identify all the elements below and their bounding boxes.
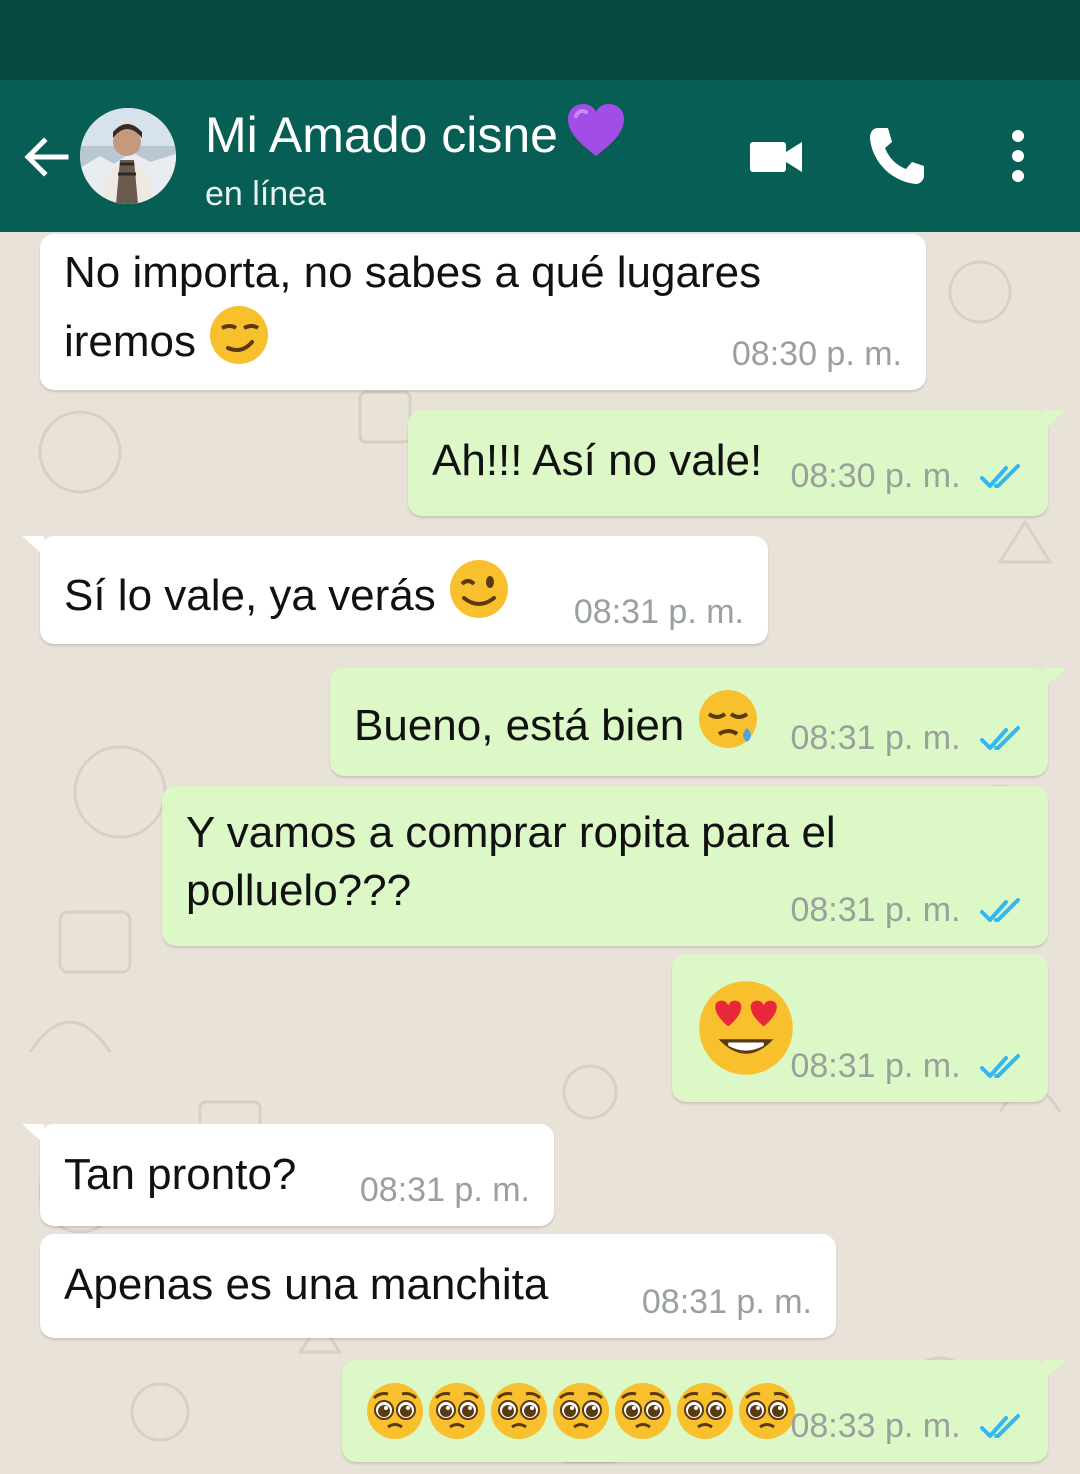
message-outgoing[interactable]: Y vamos a comprar ropita para el polluel… [162,786,1048,946]
message-text-line: No importa, no sabes a qué lugares [64,248,762,297]
presence-status: en línea [205,175,326,213]
message-time: 08:31 p. m. [573,593,744,631]
message-outgoing[interactable]: 08:33 p. m. [342,1360,1066,1462]
message-time: 08:31 p. m. [790,891,961,929]
message-time: 08:31 p. m. [359,1171,530,1209]
double-check-icon [980,460,1024,500]
message-time: 08:31 p. m. [790,1047,961,1085]
message-meta: 08:31 p. m. [790,890,1024,934]
message-text-line: Sí lo vale, ya verás [64,558,510,637]
message-outgoing[interactable]: 08:31 p. m. [672,954,1048,1102]
purple-heart-icon [566,102,626,171]
message-time: 08:31 p. m. [790,719,961,757]
double-check-icon [980,894,1024,934]
video-call-icon[interactable] [748,136,804,178]
message-text: Apenas es una manchita [64,1260,549,1309]
message-outgoing[interactable]: Bueno, está bien 08:31 p. m. [330,668,1066,776]
message-time: 08:30 p. m. [790,457,961,495]
message-outgoing[interactable]: Ah!!! Así no vale! 08:30 p. m. [408,410,1066,516]
double-check-icon [980,1410,1024,1450]
message-incoming[interactable]: Apenas es una manchita 08:31 p. m. [40,1234,836,1338]
message-incoming[interactable]: Tan pronto? 08:31 p. m. [22,1124,554,1226]
message-text-line: iremos [64,304,270,383]
pleading-face-row [364,1380,804,1459]
contact-avatar[interactable] [80,108,176,204]
message-time: 08:33 p. m. [790,1407,961,1445]
message-time: 08:30 p. m. [731,335,902,373]
message-text-line: Y vamos a comprar ropita para el [186,808,836,857]
winking-face-icon [448,558,510,637]
message-text: Sí lo vale, ya verás [64,571,436,620]
message-incoming[interactable]: No importa, no sabes a qué lugares iremo… [40,234,926,390]
double-check-icon [980,722,1024,762]
message-incoming[interactable]: Sí lo vale, ya verás 08:31 p. m. [22,536,768,644]
message-text: Tan pronto? [64,1150,297,1199]
message-meta: 08:30 p. m. [790,456,1024,500]
more-vertical-icon[interactable] [1000,124,1036,188]
status-bar [0,0,1080,80]
message-meta: 08:31 p. m. [790,1046,1024,1090]
heart-eyes-face-icon [696,978,796,1095]
phone-icon[interactable] [866,124,926,188]
message-time: 08:31 p. m. [641,1283,812,1321]
message-text-line: Bueno, está bien [354,688,759,767]
smirking-face-icon [208,304,270,383]
chat-header: Mi Amado cisne en línea [0,80,1080,232]
message-text-line: polluelo??? [186,866,412,915]
contact-name[interactable]: Mi Amado cisne [205,102,626,171]
message-meta: 08:31 p. m. [790,718,1024,762]
message-text-line2: iremos [64,317,197,366]
contact-name-text: Mi Amado cisne [205,107,558,163]
sleepy-face-icon [697,688,759,767]
message-meta: 08:33 p. m. [790,1406,1024,1450]
double-check-icon [980,1050,1024,1090]
message-text: Bueno, está bien [354,701,685,750]
message-text: Ah!!! Así no vale! [432,436,763,485]
chat-area[interactable]: No importa, no sabes a qué lugares iremo… [0,232,1080,1474]
arrow-left-icon[interactable] [18,128,76,186]
